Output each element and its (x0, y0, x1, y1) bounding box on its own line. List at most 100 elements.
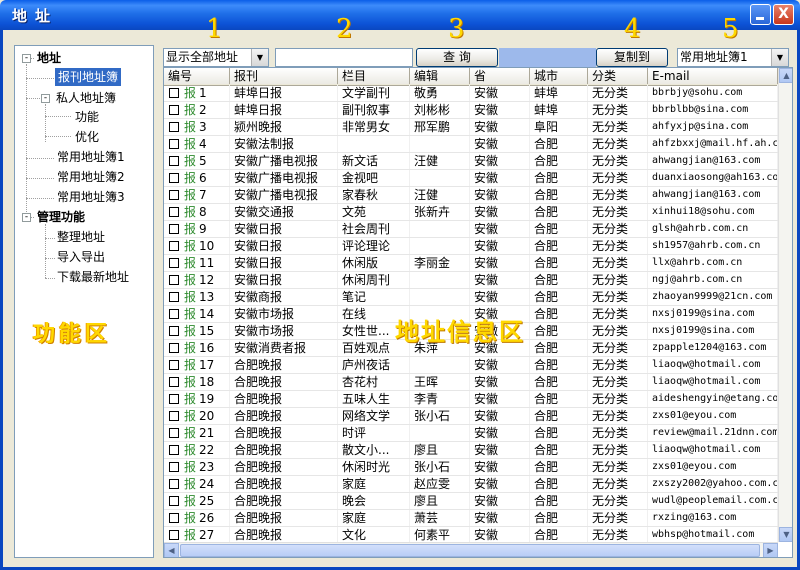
tree-node-private-book[interactable]: 私人地址簿 (56, 89, 116, 107)
table-row[interactable]: 报 23 合肥晚报 休闲时光 张小石 安徽 合肥 无分类 zxs01@eyou.com (164, 459, 778, 476)
function-tree[interactable]: - 地址 报刊地址簿 - 私人地址簿 功能 优化 常用地址簿1 常用地址簿2 常… (14, 45, 154, 558)
checkbox-icon[interactable] (169, 326, 179, 336)
annotation-number-2: 2 (336, 14, 353, 44)
checkbox-icon[interactable] (169, 360, 179, 370)
checkbox-icon[interactable] (169, 139, 179, 149)
checkbox-icon[interactable] (169, 394, 179, 404)
scroll-up-icon[interactable]: ▲ (779, 68, 792, 83)
vertical-scrollbar[interactable]: ▲ ▼ (778, 68, 792, 542)
table-row[interactable]: 报 3 颍州晚报 非常男女 邢军鹏 安徽 阜阳 无分类 ahfyxjp@sina.com (164, 119, 778, 136)
scroll-down-icon[interactable]: ▼ (779, 527, 792, 542)
column-header-city[interactable]: 城市 (530, 68, 588, 84)
checkbox-icon[interactable] (169, 309, 179, 319)
cell-province: 安徽 (470, 374, 530, 390)
table-row[interactable]: 报 12 安徽日报 休闲周刊 安徽 合肥 无分类 ngj@ahrb.com.cn (164, 272, 778, 289)
cell-editor (410, 238, 470, 254)
table-row[interactable]: 报 6 安徽广播电视报 金视吧 安徽 合肥 无分类 duanxiaosong@ah163.co (164, 170, 778, 187)
collapse-icon[interactable]: - (22, 213, 31, 222)
tree-node-address[interactable]: 地址 (37, 49, 61, 67)
checkbox-icon[interactable] (169, 377, 179, 387)
table-row[interactable]: 报 24 合肥晚报 家庭 赵应雯 安徽 合肥 无分类 zxszy2002@yahoo.com.c… (164, 476, 778, 493)
table-row[interactable]: 报 20 合肥晚报 网络文学 张小石 安徽 合肥 无分类 zxs01@eyou.com (164, 408, 778, 425)
cell-section: 家庭 (338, 510, 410, 526)
checkbox-icon[interactable] (169, 207, 179, 217)
table-row[interactable]: 报 17 合肥晚报 庐州夜话 安徽 合肥 无分类 liaoqw@hotmail.com (164, 357, 778, 374)
table-row[interactable]: 报 5 安徽广播电视报 新文话 汪健 安徽 合肥 无分类 ahwangjian@163.com (164, 153, 778, 170)
cell-section: 家春秋 (338, 187, 410, 203)
tree-node-management[interactable]: 管理功能 (37, 208, 85, 226)
table-row[interactable]: 报 26 合肥晚报 家庭 萧芸 安徽 合肥 无分类 rxzing@163.com (164, 510, 778, 527)
tree-node-common-book-3[interactable]: 常用地址簿3 (57, 188, 125, 206)
cell-section: 非常男女 (338, 119, 410, 135)
table-row[interactable]: 报 8 安徽交通报 文苑 张新卉 安徽 合肥 无分类 xinhui18@sohu.com (164, 204, 778, 221)
checkbox-icon[interactable] (169, 173, 179, 183)
table-row[interactable]: 报 4 安徽法制报 安徽 合肥 无分类 ahfzbxxj@mail.hf.ah.c (164, 136, 778, 153)
close-icon[interactable]: X (773, 4, 794, 25)
column-header-newspaper[interactable]: 报刊 (230, 68, 338, 84)
table-row[interactable]: 报 25 合肥晚报 晚会 廖且 安徽 合肥 无分类 wudl@peoplemail.com.c (164, 493, 778, 510)
checkbox-icon[interactable] (169, 224, 179, 234)
checkbox-icon[interactable] (169, 343, 179, 353)
table-row[interactable]: 报 18 合肥晚报 杏花村 王晖 安徽 合肥 无分类 liaoqw@hotmail.com (164, 374, 778, 391)
table-row[interactable]: 报 1 蚌埠日报 文学副刊 敬勇 安徽 蚌埠 无分类 bbrbjy@sohu.com (164, 85, 778, 102)
checkbox-icon[interactable] (169, 411, 179, 421)
checkbox-icon[interactable] (169, 275, 179, 285)
checkbox-icon[interactable] (169, 122, 179, 132)
tree-node-download[interactable]: 下载最新地址 (57, 268, 129, 286)
target-book-select[interactable]: 常用地址簿1 ▼ (677, 48, 789, 67)
copy-to-button[interactable]: 复制到 (596, 48, 668, 67)
column-header-province[interactable]: 省 (470, 68, 530, 84)
cell-city: 合肥 (530, 204, 588, 220)
horizontal-scrollbar[interactable]: ◀ ▶ (164, 542, 778, 557)
checkbox-icon[interactable] (169, 88, 179, 98)
search-input[interactable] (275, 48, 413, 67)
column-header-category[interactable]: 分类 (588, 68, 648, 84)
cell-editor (410, 289, 470, 305)
checkbox-icon[interactable] (169, 462, 179, 472)
collapse-icon[interactable]: - (22, 54, 31, 63)
column-header-section[interactable]: 栏目 (338, 68, 410, 84)
dropdown-arrow-icon[interactable]: ▼ (251, 49, 268, 66)
column-header-editor[interactable]: 编辑 (410, 68, 470, 84)
column-header-email[interactable]: E-mail (648, 68, 778, 84)
scroll-right-icon[interactable]: ▶ (763, 543, 778, 557)
checkbox-icon[interactable] (169, 496, 179, 506)
collapse-icon[interactable]: - (41, 94, 50, 103)
tree-node-common-book-2[interactable]: 常用地址簿2 (57, 168, 125, 186)
query-button[interactable]: 查 询 (416, 48, 498, 67)
checkbox-icon[interactable] (169, 479, 179, 489)
table-row[interactable]: 报 13 安徽商报 笔记 安徽 合肥 无分类 zhaoyan9999@21cn.com (164, 289, 778, 306)
table-row[interactable]: 报 19 合肥晚报 五味人生 李青 安徽 合肥 无分类 aideshengyin@etang.c… (164, 391, 778, 408)
tree-node-organize[interactable]: 整理地址 (57, 228, 105, 246)
table-row[interactable]: 报 21 合肥晚报 时评 安徽 合肥 无分类 review@mail.21dnn.com (164, 425, 778, 442)
checkbox-icon[interactable] (169, 241, 179, 251)
scroll-left-icon[interactable]: ◀ (164, 543, 179, 557)
column-header-id[interactable]: 编号 (164, 68, 230, 84)
table-row[interactable]: 报 10 安徽日报 评论理论 安徽 合肥 无分类 sh1957@ahrb.com.cn (164, 238, 778, 255)
table-row[interactable]: 报 11 安徽日报 休闲版 李丽金 安徽 合肥 无分类 llx@ahrb.com.cn (164, 255, 778, 272)
checkbox-icon[interactable] (169, 292, 179, 302)
minimize-icon[interactable] (750, 4, 771, 25)
dropdown-arrow-icon[interactable]: ▼ (771, 49, 788, 66)
cell-category: 无分类 (588, 136, 648, 152)
tree-node-common-book-1[interactable]: 常用地址簿1 (57, 148, 125, 166)
tree-node-function[interactable]: 功能 (75, 108, 99, 126)
checkbox-icon[interactable] (169, 258, 179, 268)
tree-node-optimize[interactable]: 优化 (75, 128, 99, 146)
checkbox-icon[interactable] (169, 445, 179, 455)
filter-select[interactable]: 显示全部地址 ▼ (163, 48, 269, 67)
table-row[interactable]: 报 9 安徽日报 社会周刊 安徽 合肥 无分类 glsh@ahrb.com.cn (164, 221, 778, 238)
checkbox-icon[interactable] (169, 105, 179, 115)
table-row[interactable]: 报 7 安徽广播电视报 家春秋 汪健 安徽 合肥 无分类 ahwangjian@163.com (164, 187, 778, 204)
checkbox-icon[interactable] (169, 156, 179, 166)
cell-newspaper: 合肥晚报 (230, 408, 338, 424)
checkbox-icon[interactable] (169, 513, 179, 523)
checkbox-icon[interactable] (169, 190, 179, 200)
tree-node-import-export[interactable]: 导入导出 (57, 248, 105, 266)
tree-node-newspaper-book[interactable]: 报刊地址簿 (55, 68, 122, 86)
horizontal-scroll-thumb[interactable] (180, 544, 760, 557)
checkbox-icon[interactable] (169, 428, 179, 438)
table-row[interactable]: 报 2 蚌埠日报 副刊叙事 刘彬彬 安徽 蚌埠 无分类 bbrblbb@sina.com (164, 102, 778, 119)
checkbox-icon[interactable] (169, 530, 179, 540)
table-row[interactable]: 报 22 合肥晚报 散文小... 廖且 安徽 合肥 无分类 liaoqw@hotmail.com (164, 442, 778, 459)
